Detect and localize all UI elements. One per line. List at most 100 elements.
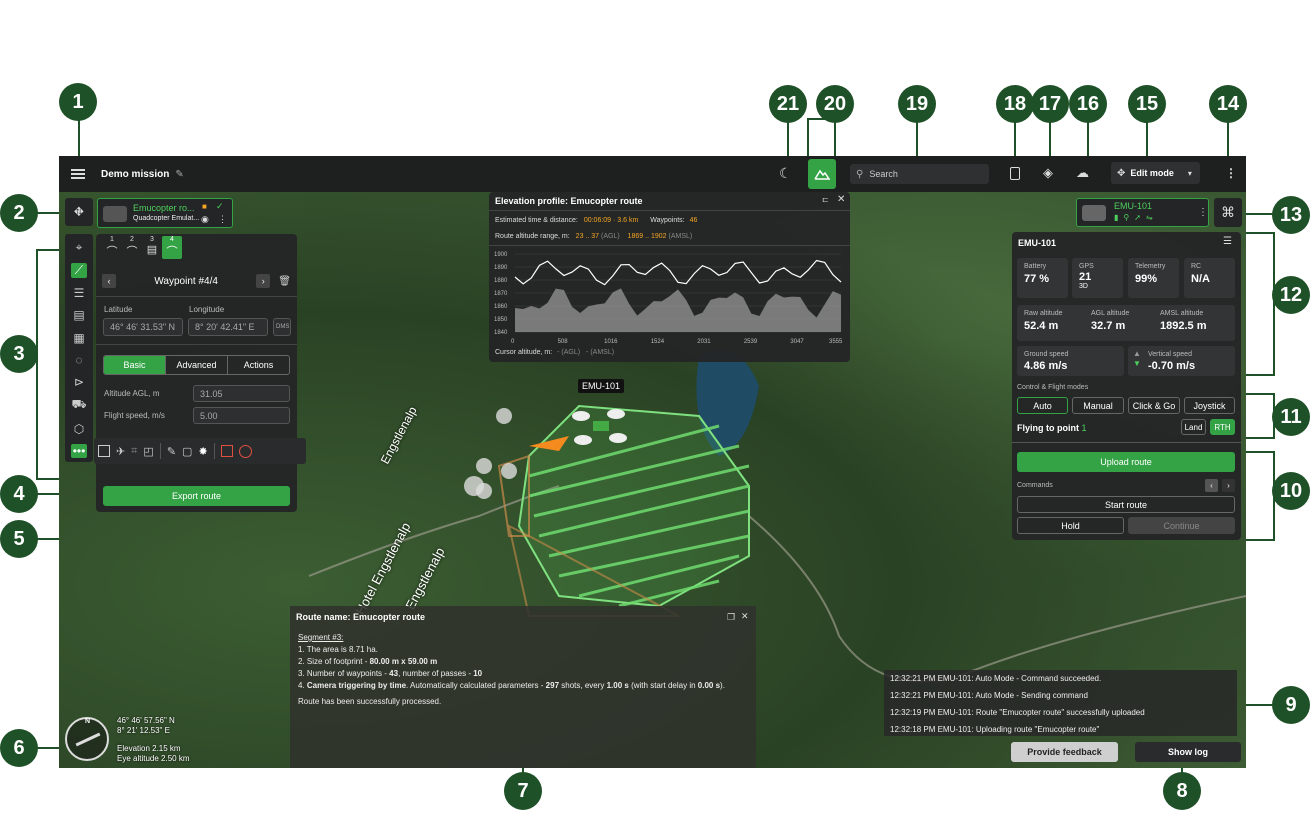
edit-pencil-icon[interactable]: ✎ [175,169,183,180]
prev-waypoint-button[interactable]: ‹ [102,274,116,288]
no-fly-zone-icon[interactable] [220,445,233,457]
elevation-chart[interactable]: 1900 1890 1880 1870 1860 1850 18400 508 1016 1524… [493,250,845,346]
pin-icon[interactable]: ⌖ [71,240,87,255]
callout-6: 6 [0,729,38,767]
rth-button[interactable]: RTH [1210,419,1235,435]
drone-card[interactable]: Emucopter ro... Quadcopter Emulat... ■ ✓… [97,198,233,228]
rc-card: RC N/A [1184,258,1235,298]
close-route-info-icon[interactable]: ✕ [741,611,749,622]
y-tick-label: 1900 [494,252,508,258]
eye-icon[interactable]: ◉ [201,214,209,225]
rectangle-tool-icon[interactable] [98,445,110,457]
list-icon[interactable]: ☰ [1223,236,1232,247]
path-icon[interactable]: ⊳ [71,375,87,389]
vehicle-more-icon[interactable]: ⋮ [1198,207,1208,218]
compass-needle-icon [75,732,101,747]
more-menu-icon[interactable]: ⋮ [1225,166,1237,180]
spiral-tool-icon[interactable]: ◰ [143,445,153,458]
waypoint-tab[interactable]: 1 ⌒ [102,236,122,259]
waypoint-tab[interactable]: 2 ⌒ [122,236,142,259]
drone-map-icon[interactable] [571,406,631,446]
provide-feedback-button[interactable]: Provide feedback [1011,742,1118,762]
waypoint-tab[interactable]: 3 ▤ [142,236,162,259]
mode-joystick-button[interactable]: Joystick [1184,397,1235,414]
notes-icon[interactable] [1010,167,1020,180]
corridor-tool-icon[interactable]: ⌗ [131,445,137,458]
amsl-range: 1869 .. 1902 [627,233,667,240]
tab-basic[interactable]: Basic [104,356,165,374]
x-tick-label: 1016 [604,339,618,345]
tab-advanced[interactable]: Advanced [165,356,227,374]
mode-auto-button[interactable]: Auto [1017,397,1068,414]
drone-tool-icon[interactable]: ✈ [116,445,125,458]
commands-next-button[interactable]: › [1222,479,1235,492]
more-icon[interactable]: ⋮ [218,214,227,225]
modes-label: Control & Flight modes [1017,384,1089,391]
circle-icon[interactable]: ◌ [71,353,87,367]
show-log-button[interactable]: Show log [1135,742,1241,762]
mode-click-go-button[interactable]: Click & Go [1128,397,1180,414]
edit-mode-icon: ✥ [1117,167,1126,179]
search-input[interactable]: ⚲ Search [850,164,989,184]
cursor-label: Cursor altitude, m: [495,349,553,356]
vehicle-icon[interactable]: ⛟ [71,397,87,413]
route-altitude-line [514,259,842,286]
agl-range: 23 .. 37 [575,233,600,240]
dms-button[interactable]: DMS [273,318,291,336]
sun-tool-icon[interactable]: ✸ [198,445,207,458]
continue-button[interactable]: Continue [1128,517,1235,534]
waypoint-tab-active[interactable]: 4 ⌒ [162,236,182,259]
document-icon[interactable]: ▤ [71,308,87,322]
terrain-toggle-button[interactable] [808,159,836,189]
ruler-tool-icon[interactable]: ✎ [167,445,176,458]
route-icon[interactable]: ⟋ [71,263,87,278]
commands-prev-button[interactable]: ‹ [1205,479,1218,492]
area-tool-icon[interactable]: ▢ [182,445,192,458]
mode-manual-button[interactable]: Manual [1072,397,1124,414]
add-vehicle-button[interactable]: ⌘ [1214,198,1242,227]
trash-icon[interactable]: 🗑 [278,276,291,287]
land-button[interactable]: Land [1181,419,1206,435]
callout-18: 18 [996,85,1034,123]
check-icon[interactable]: ✓ [216,201,224,212]
speed-field[interactable]: 5.00 [193,407,290,424]
cloud-offline-icon[interactable]: ☁ [1076,165,1089,181]
hold-button[interactable]: Hold [1017,517,1124,534]
more-tools-icon[interactable]: ••• [71,443,87,458]
callout-17: 17 [1031,85,1069,123]
close-icon[interactable]: ✕ [837,194,845,205]
mission-list-icon[interactable]: ☰ [71,286,87,300]
next-waypoint-button[interactable]: › [256,274,271,288]
altitude-field[interactable]: 31.05 [193,385,290,402]
chevron-down-icon: ▾ [1187,168,1192,178]
mission-title[interactable]: Demo mission [101,169,169,180]
callout-19: 19 [898,85,936,123]
export-route-button[interactable]: Export route [103,486,290,506]
terrain-icon [814,169,830,180]
lock-icon[interactable]: ■ [202,202,207,211]
edit-mode-dropdown[interactable]: ✥ Edit mode ▾ [1111,162,1200,184]
layers-icon[interactable]: ◈ [1043,165,1053,181]
ground-speed-card: Ground speed 4.86 m/s [1017,346,1124,376]
restricted-icon[interactable] [238,444,252,458]
compass[interactable]: N [65,717,109,761]
add-route-button[interactable]: ⛖ [65,198,93,226]
tab-actions[interactable]: Actions [227,356,289,374]
route-line-3: 3. Number of waypoints - 43, number of p… [298,669,483,678]
menu-icon[interactable] [71,169,85,179]
search-placeholder: Search [869,169,898,179]
vehicle-chip[interactable]: EMU-101 ▮⚲➚⇋ ⋮ [1076,198,1209,227]
drone-map-label[interactable]: EMU-101 [578,379,625,393]
longitude-field[interactable]: 8° 20' 42.41" E [188,318,268,336]
night-mode-icon[interactable]: ☾ [779,165,792,182]
grid-icon[interactable]: ▦ [71,331,87,345]
pin-panel-icon[interactable]: ⊏ [822,195,829,204]
shapes-icon[interactable]: ⬡ [71,421,87,436]
copy-icon[interactable]: ❐ [727,612,735,623]
upload-route-button[interactable]: Upload route [1017,452,1235,472]
coords-lat: 46° 46' 57.56" N [117,716,175,725]
search-icon: ⚲ [856,168,864,180]
latitude-field[interactable]: 46° 46' 31.53" N [103,318,183,336]
x-tick-label: 2539 [744,339,758,345]
start-route-button[interactable]: Start route [1017,496,1235,513]
